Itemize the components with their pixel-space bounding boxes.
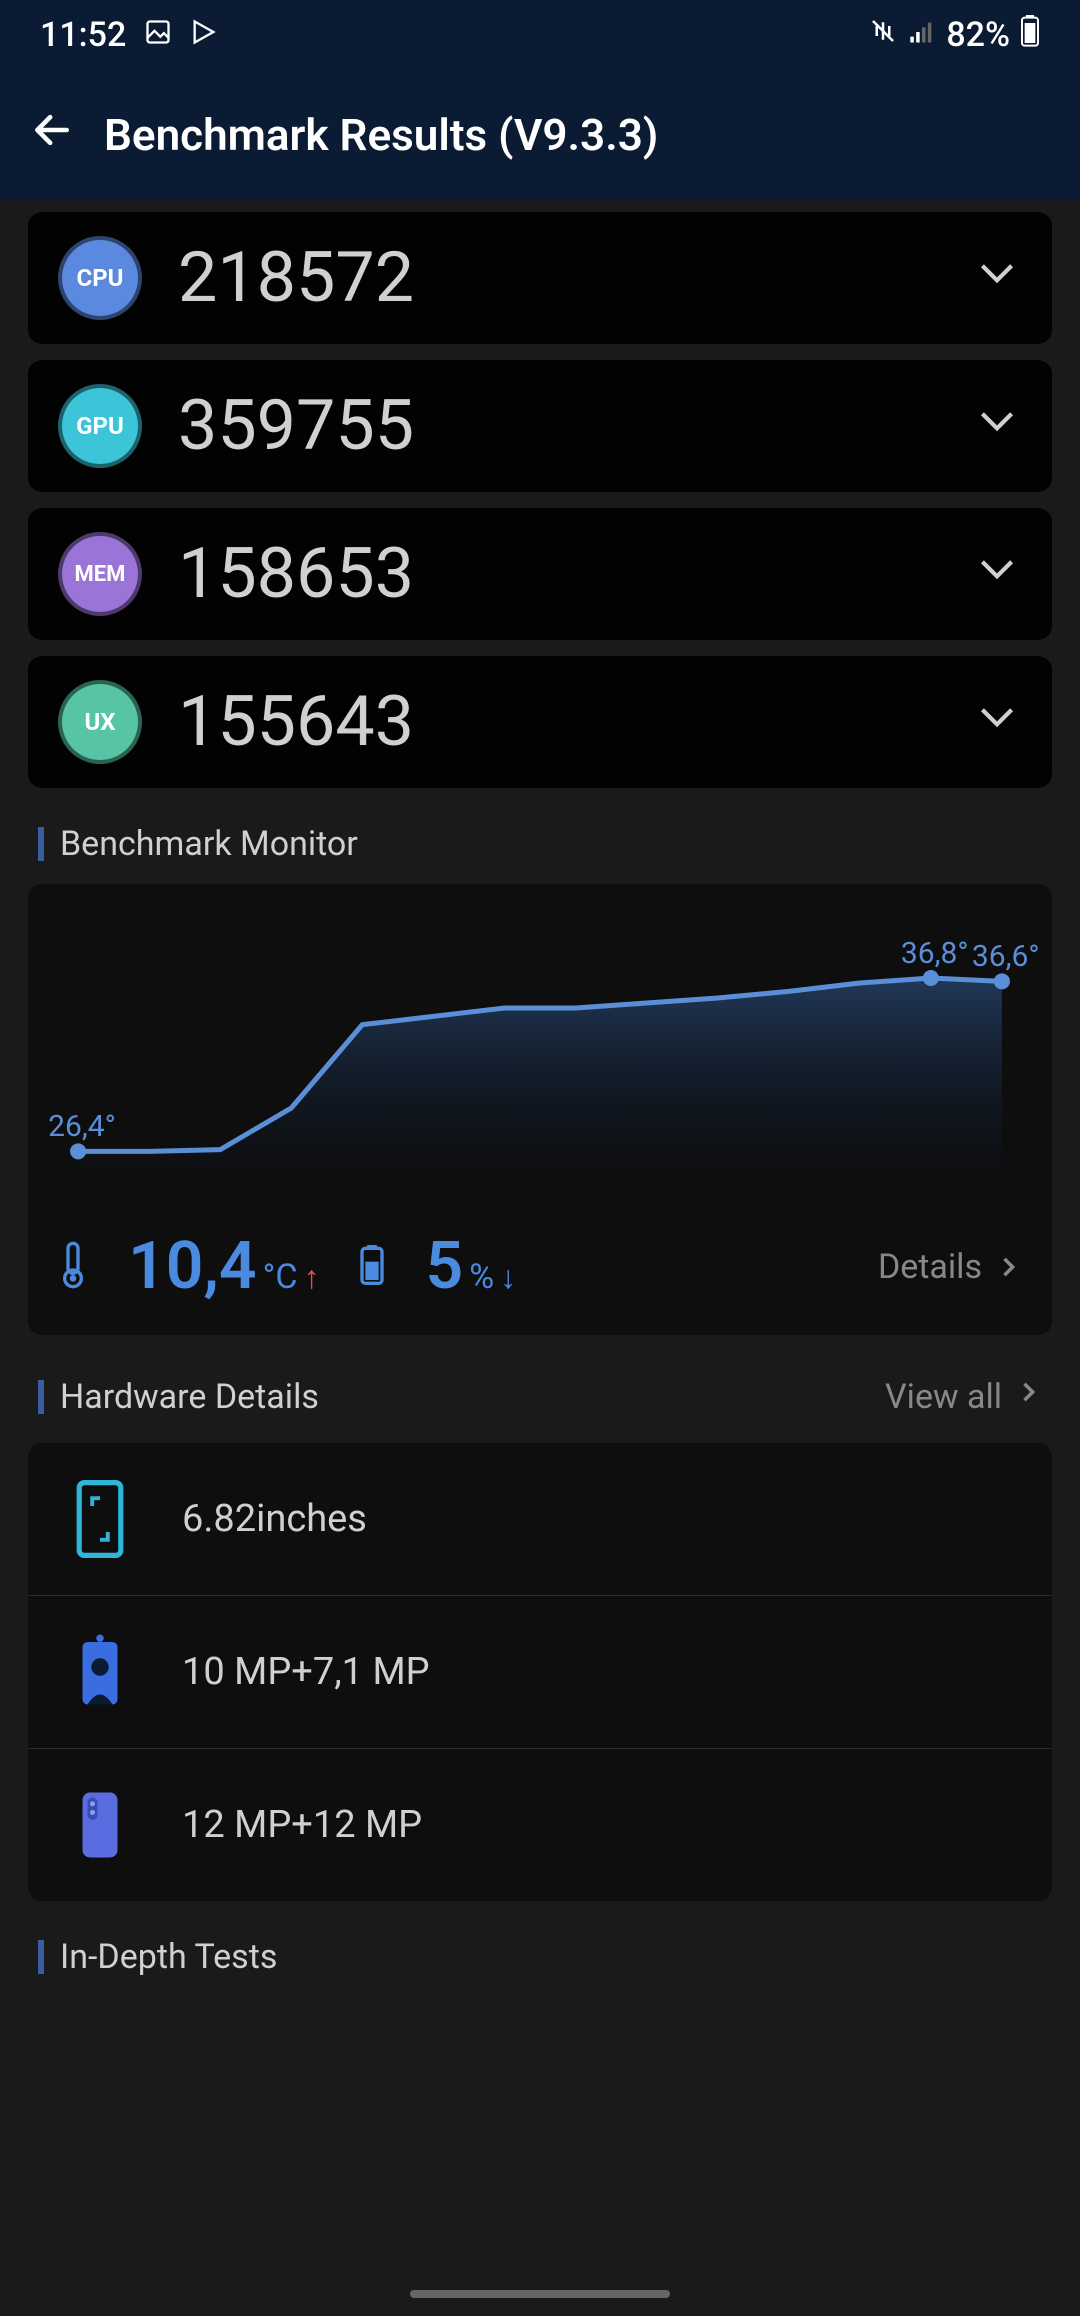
chart-label-mid: 36,8°	[901, 936, 969, 971]
status-bar: 11:52 82%	[0, 0, 1080, 70]
hardware-card: 6.82inches 10 MP+7,1 MP 12 MP+12 MP	[28, 1443, 1052, 1901]
gpu-score-value: 359755	[178, 385, 972, 467]
section-bar-icon	[38, 1380, 44, 1414]
mem-score-value: 158653	[178, 533, 972, 615]
mem-badge-icon: MEM	[58, 532, 142, 616]
gpu-badge-icon: GPU	[58, 384, 142, 468]
chart-label-start: 26,4°	[48, 1109, 116, 1144]
cpu-badge-icon: CPU	[58, 236, 142, 320]
hw-rear-text: 12 MP+12 MP	[182, 1803, 422, 1847]
chart-label-end: 36,6°	[972, 939, 1040, 974]
score-card-ux[interactable]: UX 155643	[28, 656, 1052, 788]
hw-row-rear[interactable]: 12 MP+12 MP	[28, 1749, 1052, 1901]
gallery-icon	[144, 15, 172, 55]
score-card-mem[interactable]: MEM 158653	[28, 508, 1052, 640]
status-battery-pct: 82%	[946, 15, 1010, 55]
section-header-monitor: Benchmark Monitor	[28, 804, 1052, 884]
screen-icon	[68, 1479, 132, 1559]
section-title-indepth: In-Depth Tests	[60, 1937, 277, 1977]
play-icon	[190, 15, 218, 55]
battery-delta-value: 5	[425, 1228, 463, 1305]
chevron-down-icon	[972, 395, 1022, 458]
arrow-down-icon: ↓	[500, 1258, 516, 1296]
section-title-hardware: Hardware Details	[60, 1377, 319, 1417]
selfie-camera-icon	[68, 1632, 132, 1712]
section-header-indepth: In-Depth Tests	[28, 1917, 1052, 1997]
page-title: Benchmark Results (V9.3.3)	[104, 109, 658, 161]
section-bar-icon	[38, 1940, 44, 1974]
rear-camera-icon	[68, 1785, 132, 1865]
vibrate-icon	[868, 15, 898, 55]
ux-badge-icon: UX	[58, 680, 142, 764]
signal-icon	[908, 15, 936, 55]
view-all-button[interactable]: View all	[885, 1377, 1002, 1417]
temperature-chart: 26,4° 36,8° 36,6°	[58, 908, 1022, 1188]
thermometer-icon	[58, 1240, 88, 1294]
hw-row-screen[interactable]: 6.82inches	[28, 1443, 1052, 1596]
chevron-right-icon[interactable]	[1014, 1371, 1042, 1423]
score-card-gpu[interactable]: GPU 359755	[28, 360, 1052, 492]
hw-selfie-text: 10 MP+7,1 MP	[182, 1650, 430, 1694]
battery-small-icon	[359, 1245, 385, 1289]
chevron-down-icon	[972, 247, 1022, 310]
score-card-cpu[interactable]: CPU 218572	[28, 212, 1052, 344]
chevron-down-icon	[972, 543, 1022, 606]
section-bar-icon	[38, 827, 44, 861]
temp-delta-unit: °C	[263, 1257, 298, 1297]
hw-screen-text: 6.82inches	[182, 1497, 367, 1541]
status-time: 11:52	[40, 15, 126, 55]
temp-delta-value: 10,4	[128, 1228, 257, 1305]
chevron-down-icon	[972, 691, 1022, 754]
section-title-monitor: Benchmark Monitor	[60, 824, 358, 864]
monitor-card: 26,4° 36,8° 36,6° 10,4 °C ↑ 5 % ↓	[28, 884, 1052, 1335]
back-button[interactable]	[30, 107, 74, 164]
battery-delta-unit: %	[469, 1257, 494, 1297]
arrow-up-icon: ↑	[303, 1258, 319, 1296]
monitor-details-button[interactable]: Details	[878, 1247, 1022, 1287]
chevron-right-icon	[994, 1247, 1022, 1287]
cpu-score-value: 218572	[178, 237, 972, 319]
battery-icon	[1020, 15, 1040, 56]
app-header: Benchmark Results (V9.3.3)	[0, 70, 1080, 200]
section-header-hardware: Hardware Details View all	[28, 1351, 1052, 1443]
hw-row-selfie[interactable]: 10 MP+7,1 MP	[28, 1596, 1052, 1749]
home-indicator[interactable]	[410, 2290, 670, 2298]
ux-score-value: 155643	[178, 681, 972, 763]
